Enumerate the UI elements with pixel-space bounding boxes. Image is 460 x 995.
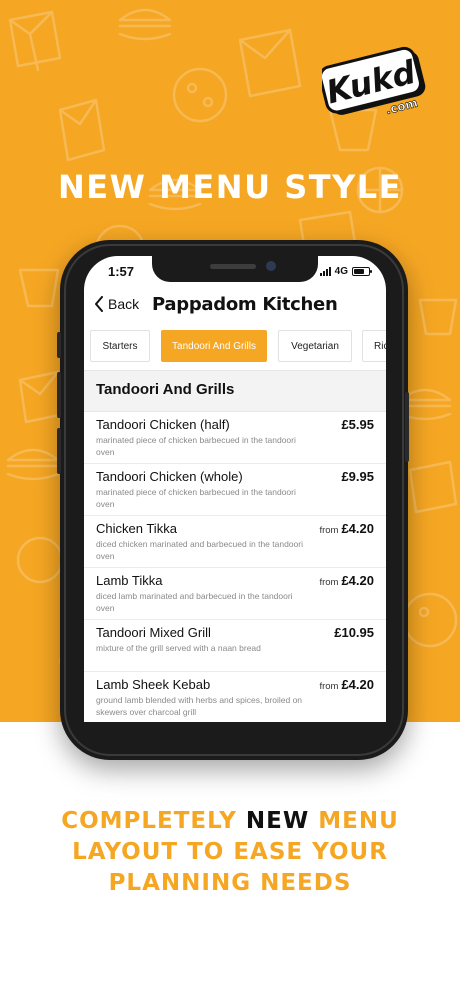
menu-list: Tandoori Chicken (half) marinated piece … bbox=[84, 412, 386, 722]
status-indicators: 4G bbox=[319, 266, 372, 277]
tab-vegetarian[interactable]: Vegetarian bbox=[278, 330, 352, 362]
item-price: £4.20 bbox=[341, 521, 374, 536]
menu-item[interactable]: Tandoori Chicken (half) marinated piece … bbox=[84, 412, 386, 464]
tagline: COMPLETELY NEW MENU LAYOUT TO EASE YOUR … bbox=[0, 806, 460, 899]
phone-volume-up bbox=[57, 372, 61, 418]
chevron-left-icon bbox=[95, 296, 103, 312]
camera-icon bbox=[266, 261, 276, 271]
item-name: Tandoori Chicken (whole) bbox=[96, 469, 243, 484]
battery-icon bbox=[352, 267, 372, 276]
tab-starters[interactable]: Starters bbox=[90, 330, 150, 362]
back-button[interactable]: Back bbox=[94, 296, 139, 312]
item-price: £4.20 bbox=[341, 573, 374, 588]
tagline-line-2: LAYOUT TO EASE YOUR bbox=[72, 839, 388, 865]
tagline-part-2: MENU bbox=[309, 808, 399, 834]
price-from-label: from bbox=[319, 525, 339, 536]
section-title: Tandoori And Grills bbox=[96, 381, 235, 398]
network-type: 4G bbox=[334, 266, 348, 277]
tagline-line-3: PLANNING NEEDS bbox=[108, 870, 352, 896]
phone-screen: 1:57 4G Back Pappadom Kitchen Starters T… bbox=[84, 256, 386, 722]
signal-icon bbox=[319, 267, 331, 276]
tab-tandoori-and-grills[interactable]: Tandoori And Grills bbox=[161, 330, 267, 362]
item-price: £9.95 bbox=[341, 469, 374, 484]
section-header: Tandoori And Grills bbox=[84, 370, 386, 412]
price-from-label: from bbox=[319, 681, 339, 692]
item-name: Lamb Sheek Kebab bbox=[96, 677, 211, 692]
item-name: Chicken Tikka bbox=[96, 521, 177, 536]
phone-power-button bbox=[405, 392, 409, 462]
item-description: ground lamb blended with herbs and spice… bbox=[96, 695, 303, 717]
phone-notch bbox=[152, 256, 318, 282]
hero-title: NEW MENU STYLE bbox=[58, 168, 402, 206]
kukd-logo: Kukd .com bbox=[322, 46, 426, 117]
restaurant-title: Pappadom Kitchen bbox=[152, 294, 338, 315]
tab-label: Vegetarian bbox=[291, 340, 339, 352]
tagline-highlight: NEW bbox=[245, 808, 310, 834]
menu-item[interactable]: Chicken Tikka diced chicken marinated an… bbox=[84, 516, 386, 568]
menu-item[interactable]: Lamb Sheek Kebab ground lamb blended wit… bbox=[84, 672, 386, 722]
tab-rice[interactable]: Rice bbox=[362, 330, 386, 362]
item-name: Tandoori Chicken (half) bbox=[96, 417, 230, 432]
item-description: marinated piece of chicken barbecued in … bbox=[96, 487, 296, 509]
item-name: Lamb Tikka bbox=[96, 573, 163, 588]
item-description: marinated piece of chicken barbecued in … bbox=[96, 435, 296, 457]
category-tabs: Starters Tandoori And Grills Vegetarian … bbox=[90, 330, 386, 362]
menu-item[interactable]: Lamb Tikka diced lamb marinated and barb… bbox=[84, 568, 386, 620]
nav-bar: Back Pappadom Kitchen bbox=[84, 292, 386, 322]
back-label: Back bbox=[108, 296, 140, 312]
item-price: £10.95 bbox=[334, 625, 374, 640]
menu-item[interactable]: Tandoori Mixed Grill mixture of the gril… bbox=[84, 620, 386, 672]
item-description: diced chicken marinated and barbecued in… bbox=[96, 539, 303, 561]
item-description: diced lamb marinated and barbecued in th… bbox=[96, 591, 293, 613]
menu-item[interactable]: Tandoori Chicken (whole) marinated piece… bbox=[84, 464, 386, 516]
price-from-label: from bbox=[319, 577, 339, 588]
item-name: Tandoori Mixed Grill bbox=[96, 625, 211, 640]
tagline-part-1: COMPLETELY bbox=[61, 808, 246, 834]
speaker-grille bbox=[210, 264, 256, 269]
phone-mute-switch bbox=[57, 332, 61, 358]
tab-label: Tandoori And Grills bbox=[172, 340, 256, 352]
tab-label: Starters bbox=[102, 340, 138, 352]
item-price: £5.95 bbox=[341, 417, 374, 432]
phone-volume-down bbox=[57, 428, 61, 474]
item-price: £4.20 bbox=[341, 677, 374, 692]
item-description: mixture of the grill served with a naan … bbox=[96, 643, 261, 653]
tab-label: Rice bbox=[374, 340, 386, 352]
status-time: 1:57 bbox=[108, 264, 135, 279]
